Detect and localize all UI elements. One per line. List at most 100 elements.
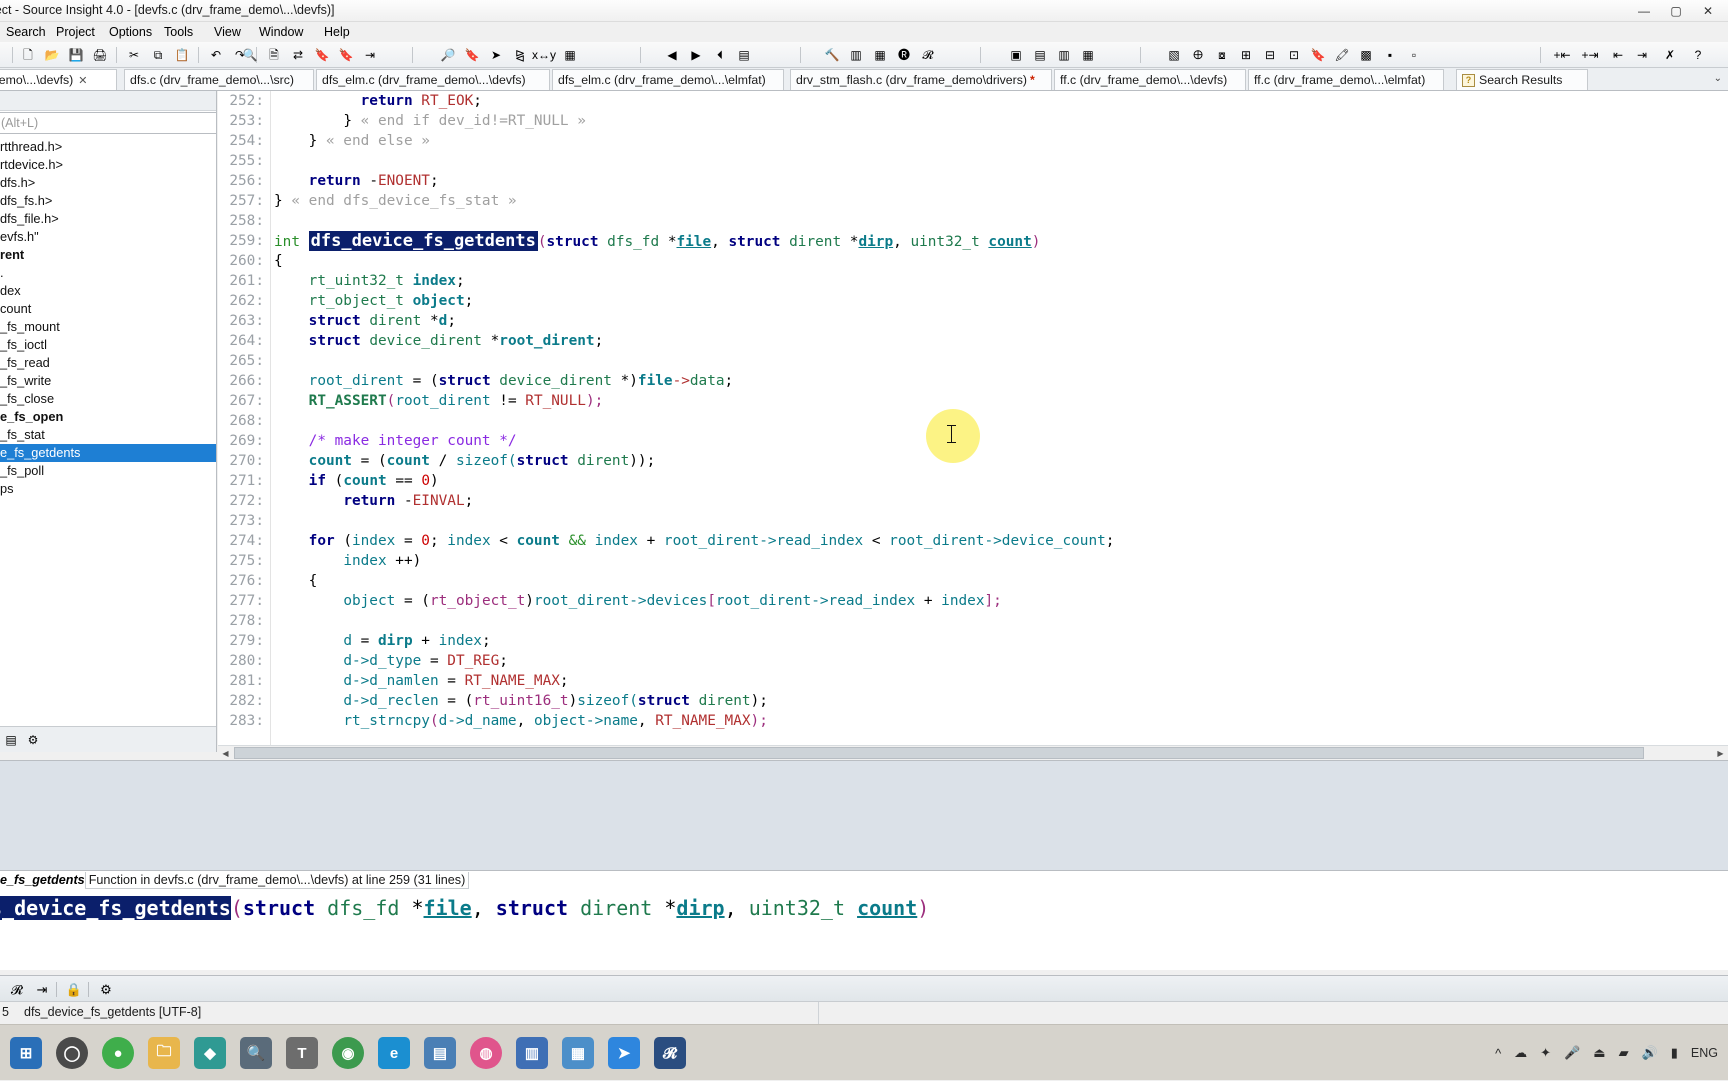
gear-icon[interactable]: ⚙ [94,980,118,999]
decrease-indent-icon[interactable]: +⇥ [1580,45,1600,65]
source-insight-logo-icon[interactable]: 𝓡 [4,980,30,999]
maximize-button[interactable]: ▢ [1660,0,1692,22]
symbol-list-item[interactable]: _fs_mount [0,318,216,336]
context-window-icon[interactable]: 🜨 [1188,45,1208,65]
gear-icon[interactable]: ⚙ [24,731,42,749]
lookup-reference-icon[interactable]: 🔖 [462,45,482,65]
menu-item-window[interactable]: Window [255,24,307,40]
code-line[interactable]: 260: { [218,251,1728,271]
taskbar-app-send[interactable]: ➤ [602,1031,646,1075]
paste-icon[interactable]: 📋 [172,45,192,65]
jump-to-definition-icon[interactable]: ➤ [486,45,506,65]
symbol-list-item[interactable]: dfs_fs.h> [0,192,216,210]
bookmark-icon[interactable]: 🔖 [312,45,332,65]
copy-icon[interactable]: ⧉ [148,45,168,65]
document-tab-0[interactable]: me_demo\...\devfs) ✕ [0,69,117,90]
symbol-list-item[interactable]: rent [0,246,216,264]
taskbar-app-pink[interactable]: ◍ [464,1031,508,1075]
taskbar-app-teal[interactable]: ◆ [188,1031,232,1075]
code-line[interactable]: 264: struct device_dirent *root_dirent; [218,331,1728,351]
tab-close-icon[interactable]: ✕ [78,74,87,87]
outline-icon[interactable]: ⊡ [1284,45,1304,65]
symbol-list-item[interactable]: dex [0,282,216,300]
code-line[interactable]: 269: /* make integer count */ [218,431,1728,451]
cut-icon[interactable]: ✂ [124,45,144,65]
forward-icon[interactable]: ▶ [686,45,706,65]
source-insight-logo-icon[interactable]: 𝓡 [918,45,938,65]
code-line[interactable]: 276: { [218,571,1728,591]
taskbar-app-t[interactable]: T [280,1031,324,1075]
taskbar-app-blue[interactable]: ▥ [510,1031,554,1075]
menu-item-view[interactable]: View [210,24,245,40]
code-editor[interactable]: 252: return RT_EOK; 253: } « end if dev_i… [218,91,1728,752]
calculator-icon[interactable]: ▦ [560,45,580,65]
symbol-list-item[interactable]: ps [0,480,216,498]
document-tab-2[interactable]: dfs_elm.c (drv_frame_demo\...\devfs) [316,69,550,90]
editor-horizontal-scrollbar[interactable]: ◀ ▶ [218,745,1728,760]
code-line[interactable]: 259: int dfs_device_fs_getdents (struct df… [218,231,1728,251]
document-tab-7[interactable]: ? Search Results [1456,69,1588,90]
search-icon[interactable]: 🔍 [240,45,260,65]
document-tab-5[interactable]: ff.c (drv_frame_demo\...\devfs) [1054,69,1246,90]
code-line[interactable]: 265: [218,351,1728,371]
help-icon[interactable]: ? [1688,45,1708,65]
code-line[interactable]: 272: return -EINVAL; [218,491,1728,511]
xy-toggle-icon[interactable]: x↔y [532,45,556,65]
code-line[interactable]: 258: [218,211,1728,231]
taskbar-source-insight[interactable]: 𝓡 [648,1031,692,1075]
search-files-icon[interactable]: 🗎 [264,45,284,65]
print-icon[interactable]: 🖨 [90,45,110,65]
stop-build-icon[interactable]: ▥ [846,45,866,65]
next-error-icon[interactable]: ▦ [870,45,890,65]
code-line[interactable]: 270: count = (count / sizeof(struct dire… [218,451,1728,471]
close-button[interactable]: ✕ [1692,0,1724,22]
window-close-icon[interactable]: ▦ [1078,45,1098,65]
back-icon[interactable]: ◀ [662,45,682,65]
symbol-window-icon[interactable]: ▤ [734,45,754,65]
code-line[interactable]: 253: } « end if dev_id!=RT_NULL » [218,111,1728,131]
window-tile-icon[interactable]: ▣ [1006,45,1026,65]
taskbar-app-chart[interactable]: ▦ [556,1031,600,1075]
relation-window-icon[interactable]: ⧇ [1212,45,1232,65]
symbol-list-item[interactable]: _fs_stat [0,426,216,444]
symbol-list-item[interactable]: dfs.h> [0,174,216,192]
taskbar-app-spot[interactable]: ◉ [326,1031,370,1075]
reference-icon[interactable]: 🔎 [438,45,458,65]
smart-rename-icon[interactable]: ▩ [1356,45,1376,65]
code-line[interactable]: 268: [218,411,1728,431]
uncomment-block-icon[interactable]: ⇥ [1632,45,1652,65]
code-lines[interactable]: 252: return RT_EOK; 253: } « end if dev_i… [218,91,1728,731]
bluetooth-icon[interactable]: ✦ [1540,1045,1551,1061]
scroll-left-arrow-icon[interactable]: ◀ [218,746,233,760]
project-window-icon[interactable]: ▧ [1164,45,1184,65]
taskbar-browser-edge[interactable]: e [372,1031,416,1075]
usb-icon[interactable]: ⏏ [1593,1045,1605,1061]
rebuild-icon[interactable]: 🅡 [894,45,914,65]
taskbar-file-explorer[interactable]: 🗀 [142,1031,186,1075]
tab-overflow-chevron-icon[interactable]: ⌄ [1714,73,1722,84]
code-line[interactable]: 279: d = dirp + index; [218,631,1728,651]
code-line[interactable]: 266: root_dirent = (struct device_dirent… [218,371,1728,391]
symbol-list-item[interactable]: evfs.h" [0,228,216,246]
code-line[interactable]: 273: [218,511,1728,531]
goto-line-icon[interactable]: ⇥ [360,45,380,65]
symbol-list-item[interactable]: . [0,264,216,282]
lock-icon[interactable]: 🔒 [62,980,86,999]
code-line[interactable]: 255: [218,151,1728,171]
code-line[interactable]: 261: rt_uint32_t index; [218,271,1728,291]
symbol-list-item[interactable]: _fs_write [0,372,216,390]
delete-icon[interactable]: ✗ [1660,45,1680,65]
comment-block-icon[interactable]: ⇤ [1608,45,1628,65]
scrollbar-thumb[interactable] [234,747,1644,759]
symbol-list[interactable]: rtthread.h> rtdevice.h> dfs.h> dfs_fs.h> dfs… [0,138,216,725]
symbol-list-item[interactable]: _fs_poll [0,462,216,480]
taskbar-app-green[interactable]: ● [96,1031,140,1075]
code-line[interactable]: 283: rt_strncpy(d->d_name, object->name,… [218,711,1728,731]
minimize-button[interactable]: — [1628,0,1660,22]
highlight-icon[interactable]: 🖍 [1332,45,1352,65]
symbol-list-item[interactable]: e_fs_getdents [0,444,216,462]
bookmark-window-icon[interactable]: 🔖 [1308,45,1328,65]
symbol-list-item[interactable]: e_fs_open [0,408,216,426]
code-line[interactable]: 282: d->d_reclen = (rt_uint16_t)sizeof(s… [218,691,1728,711]
save-icon[interactable]: 💾 [66,45,86,65]
